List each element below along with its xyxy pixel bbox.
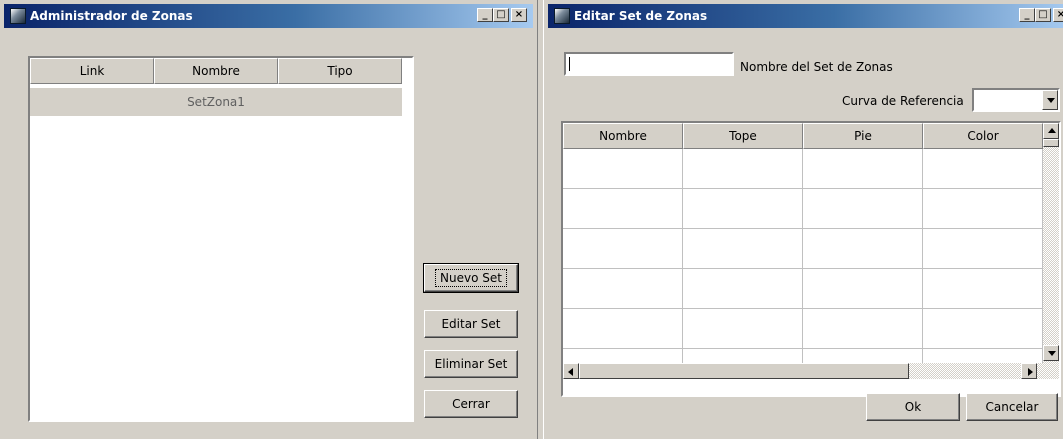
window-title: Administrador de Zonas	[30, 9, 193, 23]
minimize-button[interactable]: _	[1019, 8, 1035, 22]
arrow-up-icon	[1048, 128, 1056, 133]
row-cell-nombre: SetZona1	[187, 95, 245, 109]
reference-curve-select[interactable]	[972, 88, 1060, 112]
app-icon	[554, 8, 570, 24]
scroll-left-button[interactable]	[563, 363, 579, 379]
table-cell[interactable]	[923, 189, 1043, 229]
table-cell[interactable]	[803, 309, 923, 349]
editar-set-button[interactable]: Editar Set	[424, 310, 518, 338]
edit-zone-set-titlebar[interactable]: Editar Set de Zonas _ □ ×	[548, 4, 1063, 28]
reference-curve-label: Curva de Referencia	[842, 94, 964, 108]
table-cell[interactable]	[563, 269, 683, 309]
scroll-thumb[interactable]	[1043, 139, 1059, 147]
zone-manager-window: Administrador de Zonas _ □ × Link Nombre…	[0, 0, 538, 439]
minimize-button[interactable]: _	[477, 8, 493, 22]
table-cell[interactable]	[683, 309, 803, 349]
arrow-down-icon	[1048, 351, 1056, 356]
table-cell[interactable]	[683, 269, 803, 309]
table-cell[interactable]	[563, 309, 683, 349]
column-header-link[interactable]: Link	[30, 58, 154, 84]
table-cell[interactable]	[803, 269, 923, 309]
table-cell[interactable]	[923, 269, 1043, 309]
scroll-up-button[interactable]	[1043, 123, 1059, 139]
table-cell[interactable]	[923, 309, 1043, 349]
table-cell[interactable]	[563, 149, 683, 189]
maximize-button[interactable]: □	[1035, 8, 1051, 22]
column-header-nombre[interactable]: Nombre	[563, 123, 683, 149]
column-header-color[interactable]: Color	[923, 123, 1043, 149]
table-cell[interactable]	[683, 229, 803, 269]
column-header-tipo[interactable]: Tipo	[278, 58, 402, 84]
chevron-down-icon	[1047, 98, 1055, 103]
set-name-input[interactable]	[564, 52, 734, 76]
edit-zone-set-window: Editar Set de Zonas _ □ × Nombre del Set…	[543, 0, 1063, 439]
table-cell[interactable]	[803, 229, 923, 269]
table-cell[interactable]	[923, 149, 1043, 189]
app-icon	[10, 8, 26, 24]
table-cell[interactable]	[803, 149, 923, 189]
cerrar-button[interactable]: Cerrar	[424, 390, 518, 418]
dropdown-button[interactable]	[1042, 90, 1058, 110]
text-cursor	[569, 57, 570, 71]
vertical-scrollbar[interactable]	[1043, 123, 1059, 379]
zones-table[interactable]: Nombre Tope Pie Color	[561, 121, 1061, 397]
column-header-tope[interactable]: Tope	[683, 123, 803, 149]
close-button[interactable]: ×	[511, 8, 527, 22]
zone-manager-titlebar[interactable]: Administrador de Zonas _ □ ×	[4, 4, 533, 28]
table-cell[interactable]	[683, 149, 803, 189]
horizontal-scrollbar[interactable]	[563, 363, 1043, 379]
column-header-nombre[interactable]: Nombre	[154, 58, 278, 84]
table-cell[interactable]	[803, 189, 923, 229]
scroll-right-button[interactable]	[1021, 363, 1037, 379]
table-body[interactable]	[563, 149, 1043, 369]
table-cell[interactable]	[683, 189, 803, 229]
maximize-button[interactable]: □	[493, 8, 509, 22]
nuevo-set-button[interactable]: Nuevo Set	[423, 263, 519, 293]
table-cell[interactable]	[563, 189, 683, 229]
sets-table[interactable]: Link Nombre Tipo SetZona1	[28, 56, 414, 422]
close-button[interactable]: ×	[1053, 8, 1063, 22]
arrow-left-icon	[568, 368, 573, 376]
set-name-label: Nombre del Set de Zonas	[740, 60, 893, 74]
scroll-thumb[interactable]	[579, 363, 909, 379]
eliminar-set-button[interactable]: Eliminar Set	[424, 350, 518, 378]
scroll-down-button[interactable]	[1043, 345, 1059, 361]
window-title: Editar Set de Zonas	[574, 9, 708, 23]
cancelar-button[interactable]: Cancelar	[966, 393, 1058, 421]
table-cell[interactable]	[923, 229, 1043, 269]
nuevo-set-label: Nuevo Set	[435, 269, 507, 287]
column-header-pie[interactable]: Pie	[803, 123, 923, 149]
ok-button[interactable]: Ok	[866, 393, 960, 421]
table-cell[interactable]	[563, 229, 683, 269]
arrow-right-icon	[1028, 368, 1033, 376]
table-row[interactable]: SetZona1	[30, 88, 402, 116]
